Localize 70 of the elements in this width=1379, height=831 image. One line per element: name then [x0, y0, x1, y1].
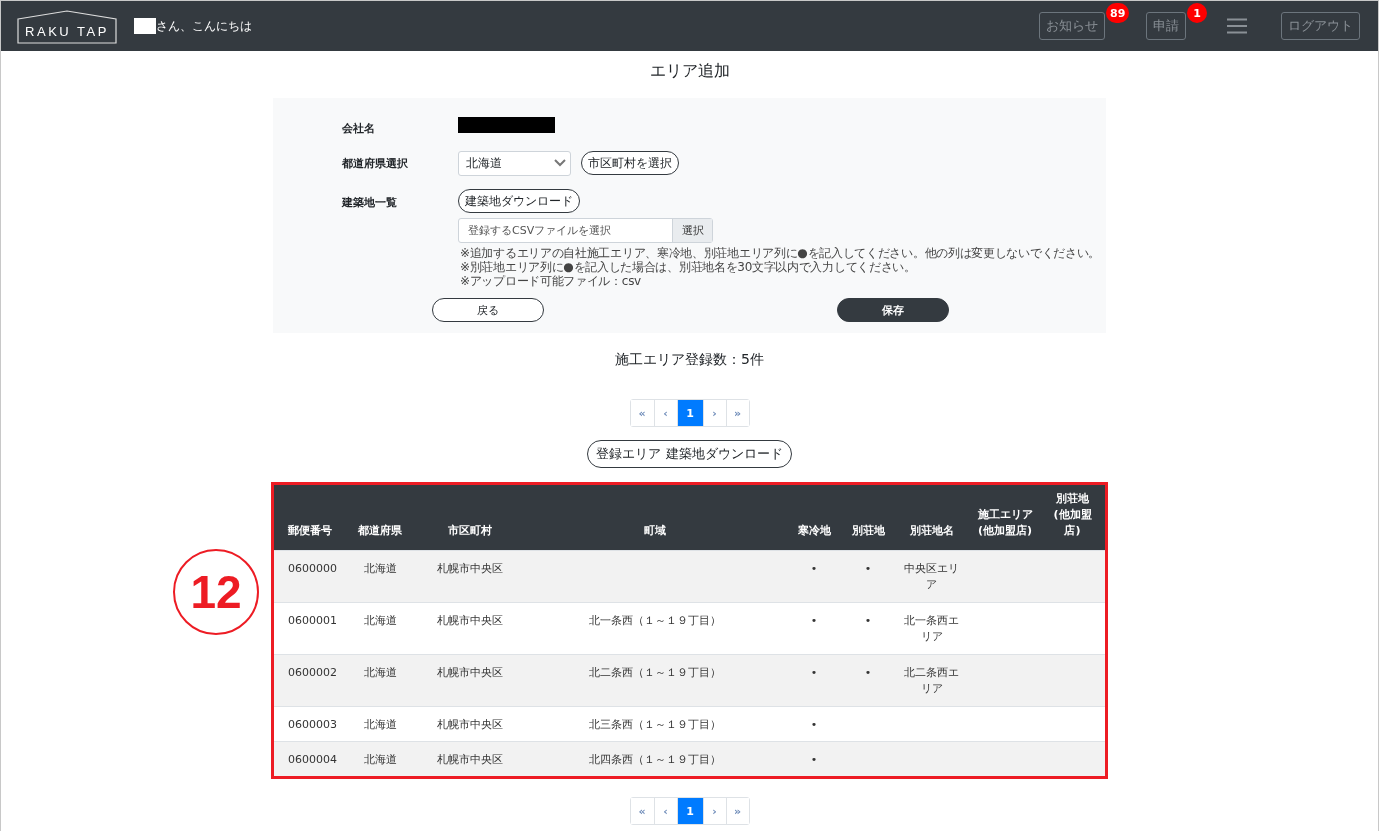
table-cell-text: 0600001: [288, 613, 338, 629]
table-cell-text: 0600004: [288, 752, 338, 768]
greeting-text: さん、こんにちは: [156, 17, 252, 35]
nav-button[interactable]: 申請: [1146, 12, 1186, 40]
save-button[interactable]: 保存: [837, 298, 949, 322]
note-text: ※別荘地エリア列に●を記入した場合は、別荘地名を30文字以内で入力してください。: [460, 260, 917, 274]
download-button[interactable]: 建築地ダウンロード: [458, 189, 580, 213]
menu-icon[interactable]: [1227, 18, 1247, 34]
field-label: 会社名: [342, 121, 376, 137]
table-cell-text: 北二条西エリア: [903, 665, 960, 697]
table-cell-text: 北海道: [362, 561, 398, 577]
field-label: 建築地一覧: [342, 195, 398, 211]
column-header: 施工エリア (他加盟店): [977, 507, 1033, 539]
field-label: 都道府県選択: [342, 156, 409, 172]
table-cell-text: 中央区エリア: [903, 561, 960, 593]
note-text: ※追加するエリアの自社施工エリア、寒冷地、別荘地エリア列に●を記入してください。他の列は変更しないでください。: [460, 246, 1102, 260]
column-header: 別荘地: [851, 523, 885, 539]
table-cell-text: 北三条西（１～１９丁目）: [588, 717, 722, 733]
table-cell-text: •: [863, 665, 873, 681]
column-header: 市区町村: [448, 523, 492, 539]
browse-button[interactable]: 選択: [672, 219, 712, 242]
table-cell-text: •: [809, 613, 819, 629]
note-text: ※アップロード可能ファイル：csv: [460, 274, 642, 288]
table-cell-text: 北四条西（１～１９丁目）: [588, 752, 722, 768]
table-cell-text: 北海道: [362, 665, 398, 681]
page-button[interactable]: 1: [676, 400, 703, 426]
table-cell-text: •: [809, 752, 819, 768]
table-cell-text: •: [809, 717, 819, 733]
table-cell-text: 札幌市中央区: [436, 752, 504, 768]
column-header: 町域: [644, 523, 666, 539]
table-cell-text: 北海道: [362, 717, 398, 733]
count-badge: 1: [1187, 3, 1207, 23]
table-cell-text: 0600000: [288, 561, 338, 577]
area-download-button[interactable]: 登録エリア 建築地ダウンロード: [587, 440, 792, 468]
page-title: エリア追加: [649, 61, 730, 82]
table-cell-text: 北海道: [362, 752, 398, 768]
page-button[interactable]: 1: [676, 798, 703, 824]
table-cell-text: •: [809, 665, 819, 681]
table-cell-text: 札幌市中央区: [436, 613, 504, 629]
file-field[interactable]: 登録するCSVファイルを選択 選択: [458, 218, 713, 243]
back-button[interactable]: 戻る: [432, 298, 544, 322]
table-cell-text: 北一条西エリア: [903, 613, 960, 645]
prefecture-select[interactable]: 北海道: [458, 150, 571, 176]
table-cell-text: •: [863, 613, 873, 629]
chevron-down-icon: [554, 159, 566, 167]
table-cell-text: 0600002: [288, 665, 338, 681]
table-cell-text: •: [863, 561, 873, 577]
table-cell-text: 札幌市中央区: [436, 561, 504, 577]
column-header: 別荘地 (他加盟店): [1052, 491, 1093, 539]
annotation-number: 12: [173, 549, 259, 635]
city-select-button[interactable]: 市区町村を選択: [581, 151, 679, 175]
table-cell-text: •: [809, 561, 819, 577]
column-header: 郵便番号: [288, 523, 332, 539]
logout-button[interactable]: ログアウト: [1281, 12, 1360, 40]
nav-button[interactable]: お知らせ: [1039, 12, 1105, 40]
table-cell-text: 北海道: [362, 613, 398, 629]
logo[interactable]: RAKU TAP: [17, 10, 117, 44]
table-cell-text: 0600003: [288, 717, 338, 733]
table-cell-text: 札幌市中央区: [436, 665, 504, 681]
count-badge: 89: [1106, 3, 1130, 23]
column-header: 都道府県: [358, 523, 402, 539]
page-button[interactable]: »: [725, 400, 749, 426]
column-header: 寒冷地: [797, 523, 831, 539]
table-cell-text: 北一条西（１～１９丁目）: [588, 613, 722, 629]
redaction-bar: [134, 18, 156, 34]
table-cell-text: 北二条西（１～１９丁目）: [588, 665, 722, 681]
registration-count: 施工エリア登録数：5件: [615, 351, 764, 369]
page-button[interactable]: »: [725, 798, 749, 824]
column-header: 別荘地名: [909, 523, 954, 539]
table-cell-text: 札幌市中央区: [436, 717, 504, 733]
